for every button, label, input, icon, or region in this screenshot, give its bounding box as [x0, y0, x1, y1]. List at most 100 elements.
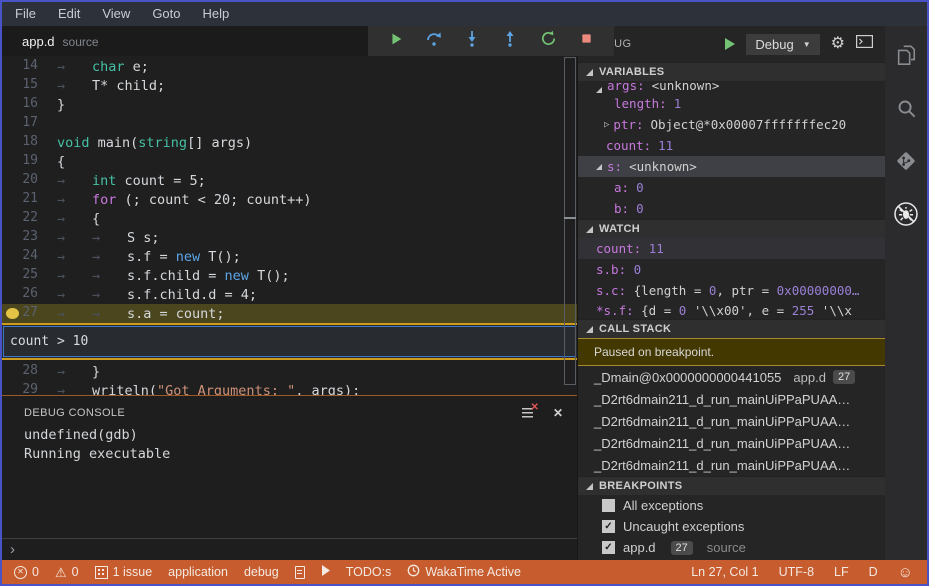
variable-row[interactable]: s: <unknown>: [578, 156, 885, 177]
code-line[interactable]: 21 → for (; count < 20; count++): [2, 190, 577, 209]
variable-row[interactable]: length: 1: [578, 93, 885, 114]
status-todo-s[interactable]: TODO:s: [346, 565, 392, 579]
code-line[interactable]: 22 →{: [2, 209, 577, 228]
line-gutter[interactable]: 14: [2, 57, 48, 76]
section-breakpoints[interactable]: BREAKPOINTS: [578, 476, 885, 495]
status-0[interactable]: ⚠ 0: [55, 565, 79, 579]
code-line[interactable]: 16}: [2, 95, 577, 114]
git-icon[interactable]: [893, 148, 919, 174]
step-into-button[interactable]: [458, 30, 486, 52]
stop-button[interactable]: [572, 30, 600, 52]
menu-file[interactable]: File: [4, 2, 47, 26]
variable-row[interactable]: ▷ ptr: Object@*0x00007fffffffec20: [578, 114, 885, 135]
debug-disabled-icon[interactable]: [893, 201, 919, 227]
line-gutter[interactable]: 20: [2, 171, 48, 190]
smiley-icon: ☺: [897, 563, 913, 581]
checkbox-icon[interactable]: ✓: [602, 541, 615, 554]
section-call-stack[interactable]: CALL STACK: [578, 319, 885, 338]
breakpoint-row[interactable]: ✓ Uncaught exceptions: [578, 516, 885, 537]
status-lf[interactable]: LF: [834, 565, 849, 579]
checkbox-icon[interactable]: ✓: [602, 520, 615, 533]
menu-view[interactable]: View: [91, 2, 141, 26]
variable-row[interactable]: b: 0: [578, 198, 885, 219]
twisty-closed-icon[interactable]: ▷: [604, 120, 609, 130]
line-gutter[interactable]: 19: [2, 152, 48, 171]
menu-edit[interactable]: Edit: [47, 2, 91, 26]
status-utf-8[interactable]: UTF-8: [779, 565, 814, 579]
code-line[interactable]: 26 → → s.f.child.d = 4;: [2, 285, 577, 304]
watch-row[interactable]: s.b: 0: [578, 259, 885, 280]
variable-row[interactable]: a: 0: [578, 177, 885, 198]
line-gutter[interactable]: 25: [2, 266, 48, 285]
breakpoint-icon[interactable]: [6, 308, 19, 319]
variable-row[interactable]: args: <unknown>: [578, 81, 885, 93]
gear-icon[interactable]: ⚙: [831, 36, 845, 52]
line-gutter[interactable]: 18: [2, 133, 48, 152]
open-console-icon[interactable]: [856, 35, 874, 53]
breakpoint-row[interactable]: All exceptions: [578, 495, 885, 516]
debug-console-input[interactable]: ›: [2, 538, 577, 560]
close-icon[interactable]: ✕: [553, 406, 563, 420]
watch-row[interactable]: s.c: {length = 0, ptr = 0x00000000…: [578, 280, 885, 301]
line-gutter[interactable]: 15: [2, 76, 48, 95]
twisty-open-icon[interactable]: [596, 163, 602, 170]
files-icon[interactable]: [893, 42, 919, 68]
restart-button[interactable]: [534, 30, 562, 52]
watch-row[interactable]: *s.f: {d = 0 '\\x00', e = 255 '\\x: [578, 301, 885, 319]
step-out-button[interactable]: [496, 30, 524, 52]
search-icon[interactable]: [893, 95, 919, 121]
line-gutter[interactable]: 21: [2, 190, 48, 209]
breakpoint-condition-input[interactable]: count > 10: [3, 326, 576, 357]
menu-help[interactable]: Help: [192, 2, 241, 26]
line-gutter[interactable]: 17: [2, 114, 48, 133]
stack-frame[interactable]: _D2rt6dmain211_d_run_mainUiPPaPUAA…: [578, 454, 885, 476]
status-application[interactable]: application: [168, 565, 228, 579]
checkbox-icon[interactable]: [602, 499, 615, 512]
section-watch[interactable]: WATCH: [578, 219, 885, 238]
stack-frame[interactable]: _D2rt6dmain211_d_run_mainUiPPaPUAA…: [578, 432, 885, 454]
start-debug-button[interactable]: [725, 38, 736, 50]
debug-configuration-dropdown[interactable]: Debug ▼: [746, 33, 820, 55]
code-line[interactable]: 17: [2, 114, 577, 133]
clear-console-icon[interactable]: ✕: [521, 402, 539, 419]
code-line[interactable]: 18 void main(string[] args): [2, 133, 577, 152]
code-line[interactable]: 20 → int count = 5;: [2, 171, 577, 190]
status-debug[interactable]: debug: [244, 565, 279, 579]
status-wakatime-active[interactable]: WakaTime Active: [407, 564, 521, 580]
code-line[interactable]: 27 → → s.a = count;: [2, 304, 577, 323]
status-file-icon[interactable]: [294, 565, 305, 579]
status-1-issue[interactable]: 1 issue: [94, 565, 152, 579]
breakpoint-row[interactable]: ✓ app.d 27 source: [578, 537, 885, 558]
line-gutter[interactable]: 27: [2, 304, 48, 323]
continue-button[interactable]: [382, 30, 410, 52]
watch-row[interactable]: count: 11: [578, 238, 885, 259]
code-line[interactable]: 25 → → s.f.child = new T();: [2, 266, 577, 285]
section-variables[interactable]: VARIABLES: [578, 62, 885, 81]
line-gutter[interactable]: 26: [2, 285, 48, 304]
code-line[interactable]: 24 → → s.f = new T();: [2, 247, 577, 266]
status-d[interactable]: D: [869, 565, 878, 579]
code-line[interactable]: 15 → T* child;: [2, 76, 577, 95]
twisty-open-icon[interactable]: [596, 87, 602, 93]
status-ln-27-col-1[interactable]: Ln 27, Col 1: [691, 565, 758, 579]
stack-frame[interactable]: _Dmain@0x0000000000441055 app.d 27: [578, 366, 885, 388]
status-0[interactable]: ✕ 0: [14, 565, 39, 579]
stack-frame[interactable]: _D2rt6dmain211_d_run_mainUiPPaPUAA…: [578, 410, 885, 432]
code-line[interactable]: 28 →}: [2, 362, 577, 381]
line-gutter[interactable]: 22: [2, 209, 48, 228]
line-gutter[interactable]: 24: [2, 247, 48, 266]
step-over-button[interactable]: [420, 30, 448, 52]
scrollbar-thumb[interactable]: [564, 57, 576, 385]
status-play-icon[interactable]: [321, 565, 330, 579]
stack-frame[interactable]: _D2rt6dmain211_d_run_mainUiPPaPUAA…: [578, 388, 885, 410]
line-gutter[interactable]: 16: [2, 95, 48, 114]
code-line[interactable]: 19{: [2, 152, 577, 171]
line-gutter[interactable]: 23: [2, 228, 48, 247]
line-gutter[interactable]: 28: [2, 362, 48, 381]
menu-goto[interactable]: Goto: [141, 2, 191, 26]
code-line[interactable]: 14 → char e;: [2, 57, 577, 76]
status-smiley-icon[interactable]: ☺: [898, 565, 913, 580]
code-line[interactable]: 23 → → S s;: [2, 228, 577, 247]
tab-appd[interactable]: app.d source: [2, 34, 99, 49]
variable-row[interactable]: count: 11: [578, 135, 885, 156]
